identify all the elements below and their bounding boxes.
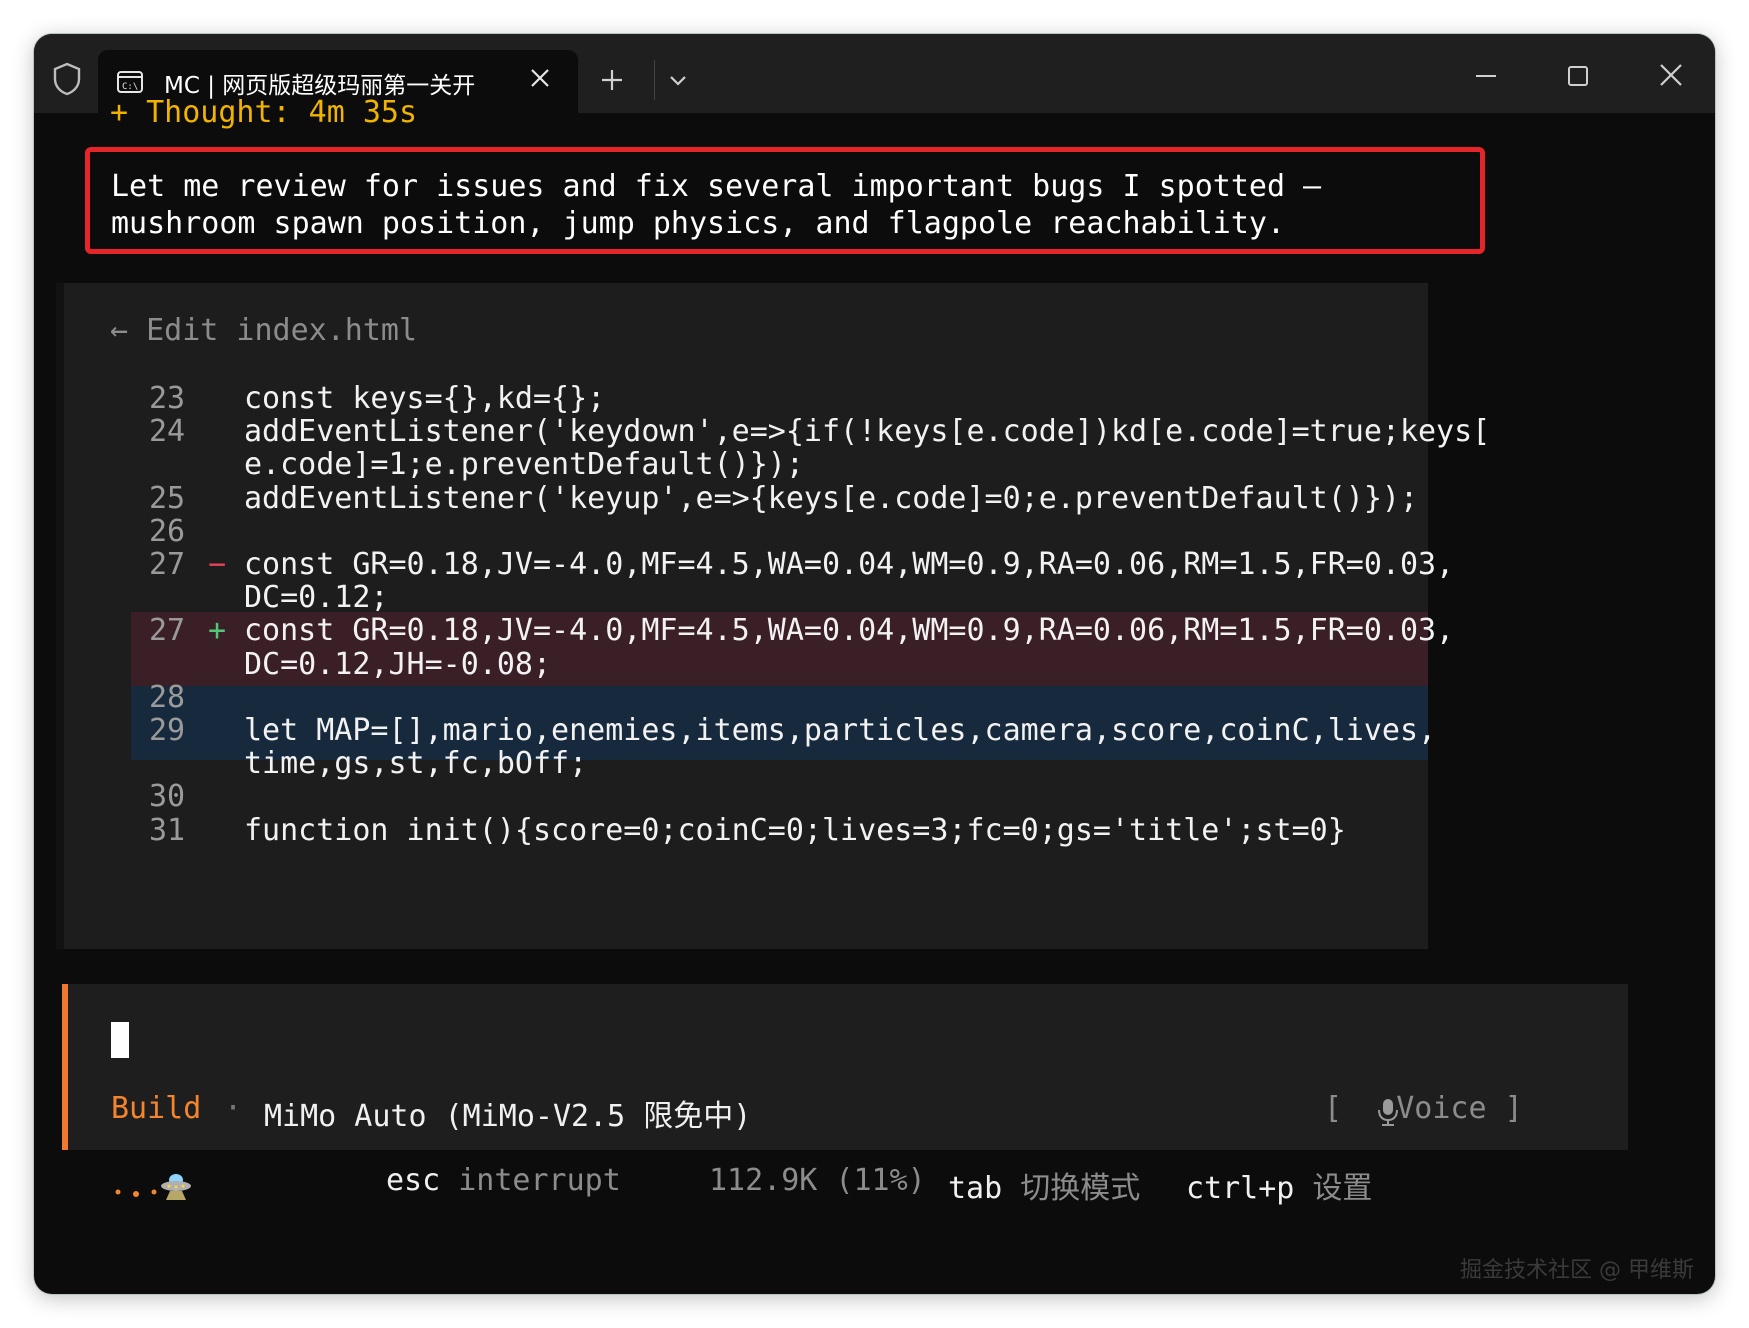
tab-key: tab <box>948 1171 1003 1206</box>
watermark: 掘金技术社区 @ 甲维斯 <box>1460 1258 1694 1283</box>
token-usage: 112.9K (11%) <box>709 1163 926 1198</box>
code-text: DC=0.12,JH=-0.08; <box>244 647 552 682</box>
line-number: 29 <box>149 713 186 748</box>
close-window-icon[interactable] <box>1658 62 1684 88</box>
line-number: 27 <box>149 613 186 648</box>
panel-rail <box>56 283 64 949</box>
settings-hint: ctrl+p 设置 <box>1186 1163 1372 1207</box>
esc-key: esc <box>386 1163 441 1198</box>
esc-label: interrupt <box>458 1163 621 1198</box>
code-text: DC=0.12; <box>244 580 389 615</box>
message-line: mushroom spawn position, jump physics, a… <box>111 206 1285 241</box>
diff-sign: + <box>208 613 227 648</box>
text-cursor <box>111 1022 129 1058</box>
assistant-message: Let me review for issues and fix several… <box>111 168 1321 242</box>
line-number: 24 <box>149 414 186 449</box>
line-number: 28 <box>149 680 186 715</box>
shield-icon[interactable] <box>52 62 82 96</box>
esc-hint: esc interrupt <box>386 1163 621 1198</box>
code-text: const keys={},kd={}; <box>244 381 606 416</box>
voice-bracket: [ <box>1324 1091 1343 1126</box>
line-number: 27 <box>149 547 186 582</box>
microphone-icon[interactable] <box>1376 1097 1400 1127</box>
line-number: 25 <box>149 481 186 516</box>
thought-duration[interactable]: + Thought: 4m 35s <box>110 95 417 130</box>
line-number: 23 <box>149 381 186 416</box>
code-text: e.code]=1;e.preventDefault()}); <box>244 447 804 482</box>
line-number: 30 <box>149 779 186 814</box>
model-selector[interactable]: MiMo Auto (MiMo-V2.5 限免中) <box>264 1091 751 1135</box>
terminal-icon: C:\ <box>117 71 143 93</box>
settings-label: 设置 <box>1312 1171 1373 1206</box>
tab-label: 切换模式 <box>1020 1171 1141 1206</box>
minimize-icon[interactable] <box>1474 64 1498 88</box>
tab-divider <box>654 60 655 100</box>
code-text: function init(){score=0;coinC=0;lives=3;… <box>244 813 1346 848</box>
code-text: addEventListener('keydown',e=>{if(!keys[… <box>244 414 1491 449</box>
diff-sign: − <box>208 547 227 582</box>
new-tab-icon[interactable] <box>600 68 624 92</box>
line-number: 31 <box>149 813 186 848</box>
close-tab-icon[interactable] <box>526 64 554 92</box>
ufo-icon <box>161 1174 191 1200</box>
ctrl-key: ctrl+p <box>1186 1171 1295 1206</box>
code-text: time,gs,st,fc,bOff; <box>244 746 588 781</box>
code-text: addEventListener('keyup',e=>{keys[e.code… <box>244 481 1418 516</box>
voice-label: Voice ] <box>1396 1091 1523 1126</box>
tab-hint: tab 切换模式 <box>948 1163 1140 1207</box>
code-text: const GR=0.18,JV=-4.0,MF=4.5,WA=0.04,WM=… <box>244 547 1455 582</box>
line-number: 26 <box>149 514 186 549</box>
svg-text:C:\: C:\ <box>122 82 138 92</box>
chevron-down-icon[interactable] <box>666 68 690 92</box>
maximize-icon[interactable] <box>1566 64 1590 88</box>
edit-file-header[interactable]: ← Edit index.html <box>110 313 417 348</box>
separator-dot: · <box>224 1091 243 1126</box>
code-text: let MAP=[],mario,enemies,items,particles… <box>244 713 1437 748</box>
code-text: const GR=0.18,JV=-4.0,MF=4.5,WA=0.04,WM=… <box>244 613 1455 648</box>
voice-button[interactable]: [ Voice ] <box>1324 1091 1523 1126</box>
mode-label[interactable]: Build <box>111 1091 201 1126</box>
message-line: Let me review for issues and fix several… <box>111 169 1322 204</box>
